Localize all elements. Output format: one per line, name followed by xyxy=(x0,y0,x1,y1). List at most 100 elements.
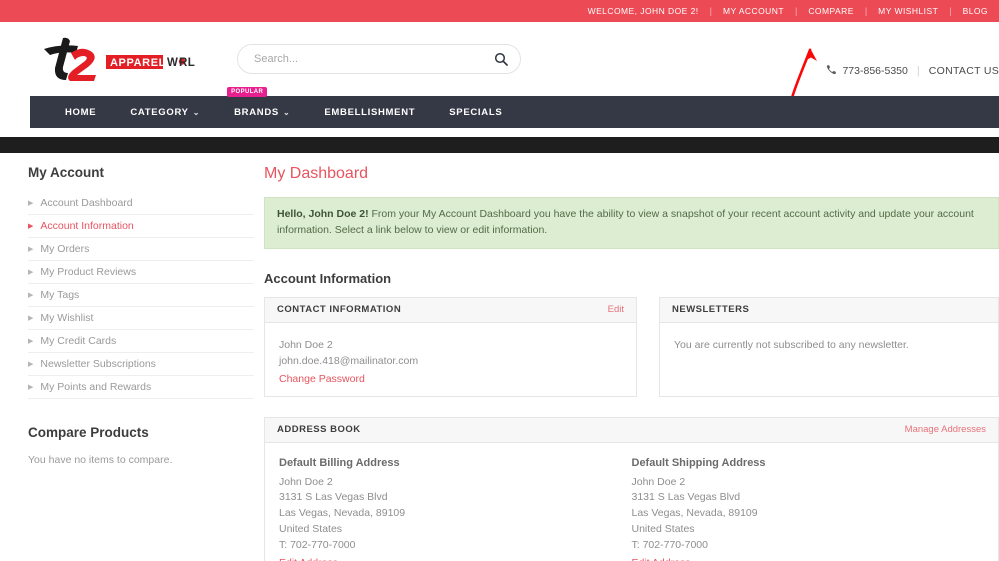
dashboard-notice: Hello, John Doe 2! From your My Account … xyxy=(264,197,999,249)
triangle-right-icon: ▶ xyxy=(28,360,34,368)
search-container xyxy=(237,44,521,74)
search-input[interactable] xyxy=(254,53,494,65)
welcome-message: WELCOME, JOHN DOE 2! xyxy=(587,6,699,16)
triangle-right-icon: ▶ xyxy=(28,268,34,276)
triangle-right-icon: ▶ xyxy=(28,222,34,230)
popular-badge: POPULAR xyxy=(227,87,268,97)
notice-greeting: Hello, John Doe 2! xyxy=(277,208,369,220)
sidebar-item-my-wishlist[interactable]: ▶ My Wishlist xyxy=(28,307,254,330)
nav-item-brands[interactable]: POPULAR BRANDS ⌄ xyxy=(217,87,307,128)
nav-label: BRANDS xyxy=(234,106,279,118)
section-title-account-information: Account Information xyxy=(264,270,392,286)
change-password-link[interactable]: Change Password xyxy=(279,373,365,385)
contact-email: john.doe.418@mailinator.com xyxy=(279,354,419,367)
notice-text: From your My Account Dashboard you have … xyxy=(277,208,974,236)
sidebar-item-newsletter-subscriptions[interactable]: ▶ Newsletter Subscriptions xyxy=(28,353,254,376)
sidebar-item-label[interactable]: My Credit Cards xyxy=(40,335,116,347)
address-book-box: ADDRESS BOOK Manage Addresses Default Bi… xyxy=(264,416,999,561)
edit-billing-address-link[interactable]: Edit Address xyxy=(279,557,338,561)
edit-shipping-address-link[interactable]: Edit Address xyxy=(632,557,691,561)
box-body: You are currently not subscribed to any … xyxy=(660,323,998,371)
sidebar-item-my-product-reviews[interactable]: ▶ My Product Reviews xyxy=(28,261,254,284)
site-logo[interactable]: APPAREL W RLD xyxy=(30,35,195,83)
nav-label: SPECIALS xyxy=(449,106,503,118)
chevron-down-icon: ⌄ xyxy=(192,107,201,117)
shipping-street: 3131 S Las Vegas Blvd xyxy=(631,491,741,504)
nav-label: HOME xyxy=(65,106,97,118)
my-account-link[interactable]: MY ACCOUNT xyxy=(712,6,795,16)
sidebar-item-label[interactable]: My Wishlist xyxy=(40,312,93,324)
shipping-phone: T: 702-770-7000 xyxy=(631,538,708,551)
contact-box-heading: CONTACT INFORMATION xyxy=(277,304,402,315)
phone-block: 773-856-5350 xyxy=(826,64,908,78)
sidebar-title: My Account xyxy=(28,165,105,180)
top-utility-bar: WELCOME, JOHN DOE 2! | MY ACCOUNT | COMP… xyxy=(0,0,999,22)
sidebar-item-label[interactable]: Account Dashboard xyxy=(40,197,132,209)
my-wishlist-link[interactable]: MY WISHLIST xyxy=(867,6,949,16)
decorative-black-band xyxy=(0,137,999,153)
svg-text:APPAREL: APPAREL xyxy=(110,57,166,69)
account-sidebar: My Account ▶ Account Dashboard ▶ Account… xyxy=(0,165,254,561)
svg-text:RLD: RLD xyxy=(179,57,195,69)
shipping-city-state-zip: Las Vegas, Nevada, 89109 xyxy=(631,507,758,519)
nav-item-specials[interactable]: SPECIALS xyxy=(432,96,519,128)
billing-phone: T: 702-770-7000 xyxy=(279,538,356,551)
sidebar-item-label[interactable]: My Product Reviews xyxy=(40,266,136,278)
billing-address-title: Default Billing Address xyxy=(279,456,400,469)
sidebar-item-my-points-and-rewards[interactable]: ▶ My Points and Rewards xyxy=(28,376,254,399)
contact-us-link[interactable]: CONTACT US xyxy=(929,65,999,77)
shipping-name: John Doe 2 xyxy=(631,475,686,488)
newsletters-box-heading: NEWSLETTERS xyxy=(672,304,750,315)
sidebar-item-label[interactable]: Account Information xyxy=(40,220,133,232)
sidebar-item-account-information[interactable]: ▶ Account Information xyxy=(28,215,254,238)
sidebar-item-my-credit-cards[interactable]: ▶ My Credit Cards xyxy=(28,330,254,353)
triangle-right-icon: ▶ xyxy=(28,314,34,322)
nav-item-embellishment[interactable]: EMBELLISHMENT xyxy=(307,96,432,128)
newsletters-box: NEWSLETTERS You are currently not subscr… xyxy=(659,296,999,397)
top-utility-links: WELCOME, JOHN DOE 2! | MY ACCOUNT | COMP… xyxy=(577,6,999,16)
manage-addresses-link[interactable]: Manage Addresses xyxy=(905,424,986,435)
default-shipping-address: Default Shipping Address John Doe 2 3131… xyxy=(632,457,985,561)
sidebar-item-account-dashboard[interactable]: ▶ Account Dashboard xyxy=(28,192,254,215)
nav-label: EMBELLISHMENT xyxy=(324,106,416,118)
sidebar-item-my-tags[interactable]: ▶ My Tags xyxy=(28,284,254,307)
search-box[interactable] xyxy=(237,44,521,74)
header-right-group: 773-856-5350 | CONTACT US xyxy=(826,64,999,78)
search-icon[interactable] xyxy=(494,52,508,66)
sidebar-nav-list: ▶ Account Dashboard ▶ Account Informatio… xyxy=(28,192,254,399)
billing-street: 3131 S Las Vegas Blvd xyxy=(279,491,388,504)
box-body: John Doe 2 john.doe.418@mailinator.com C… xyxy=(265,323,636,406)
sidebar-item-label[interactable]: My Tags xyxy=(40,289,79,301)
phone-icon xyxy=(826,64,837,78)
phone-number[interactable]: 773-856-5350 xyxy=(842,65,907,77)
box-header: ADDRESS BOOK Manage Addresses xyxy=(265,417,998,443)
triangle-right-icon: ▶ xyxy=(28,199,34,207)
blog-link[interactable]: BLOG xyxy=(952,6,999,16)
edit-contact-link[interactable]: Edit xyxy=(608,304,624,315)
sidebar-item-label[interactable]: Newsletter Subscriptions xyxy=(40,358,156,370)
shipping-country: United States xyxy=(631,522,695,535)
billing-country: United States xyxy=(279,522,343,535)
page-title: My Dashboard xyxy=(264,165,369,182)
nav-item-home[interactable]: HOME xyxy=(48,96,113,128)
page-body: My Account ▶ Account Dashboard ▶ Account… xyxy=(0,153,999,561)
sidebar-item-label[interactable]: My Points and Rewards xyxy=(40,381,151,393)
contact-information-box: CONTACT INFORMATION Edit John Doe 2 john… xyxy=(264,296,637,397)
red-arrow-annotation xyxy=(786,44,830,100)
compare-products-title: Compare Products xyxy=(28,425,149,440)
compare-link[interactable]: COMPARE xyxy=(797,6,865,16)
divider: | xyxy=(916,65,920,77)
address-book-heading: ADDRESS BOOK xyxy=(277,424,361,435)
triangle-right-icon: ▶ xyxy=(28,337,34,345)
compare-products-empty-text: You have no items to compare. xyxy=(28,454,173,466)
contact-name: John Doe 2 xyxy=(279,338,333,351)
nav-item-category[interactable]: CATEGORY ⌄ xyxy=(113,96,217,128)
billing-city-state-zip: Las Vegas, Nevada, 89109 xyxy=(279,507,406,519)
sidebar-item-label[interactable]: My Orders xyxy=(40,243,89,255)
triangle-right-icon: ▶ xyxy=(28,245,34,253)
sidebar-item-my-orders[interactable]: ▶ My Orders xyxy=(28,238,254,261)
newsletter-status-text: You are currently not subscribed to any … xyxy=(674,338,909,351)
triangle-right-icon: ▶ xyxy=(28,291,34,299)
logo-graphic: APPAREL W RLD xyxy=(44,37,195,81)
nav-label: CATEGORY xyxy=(130,106,189,118)
